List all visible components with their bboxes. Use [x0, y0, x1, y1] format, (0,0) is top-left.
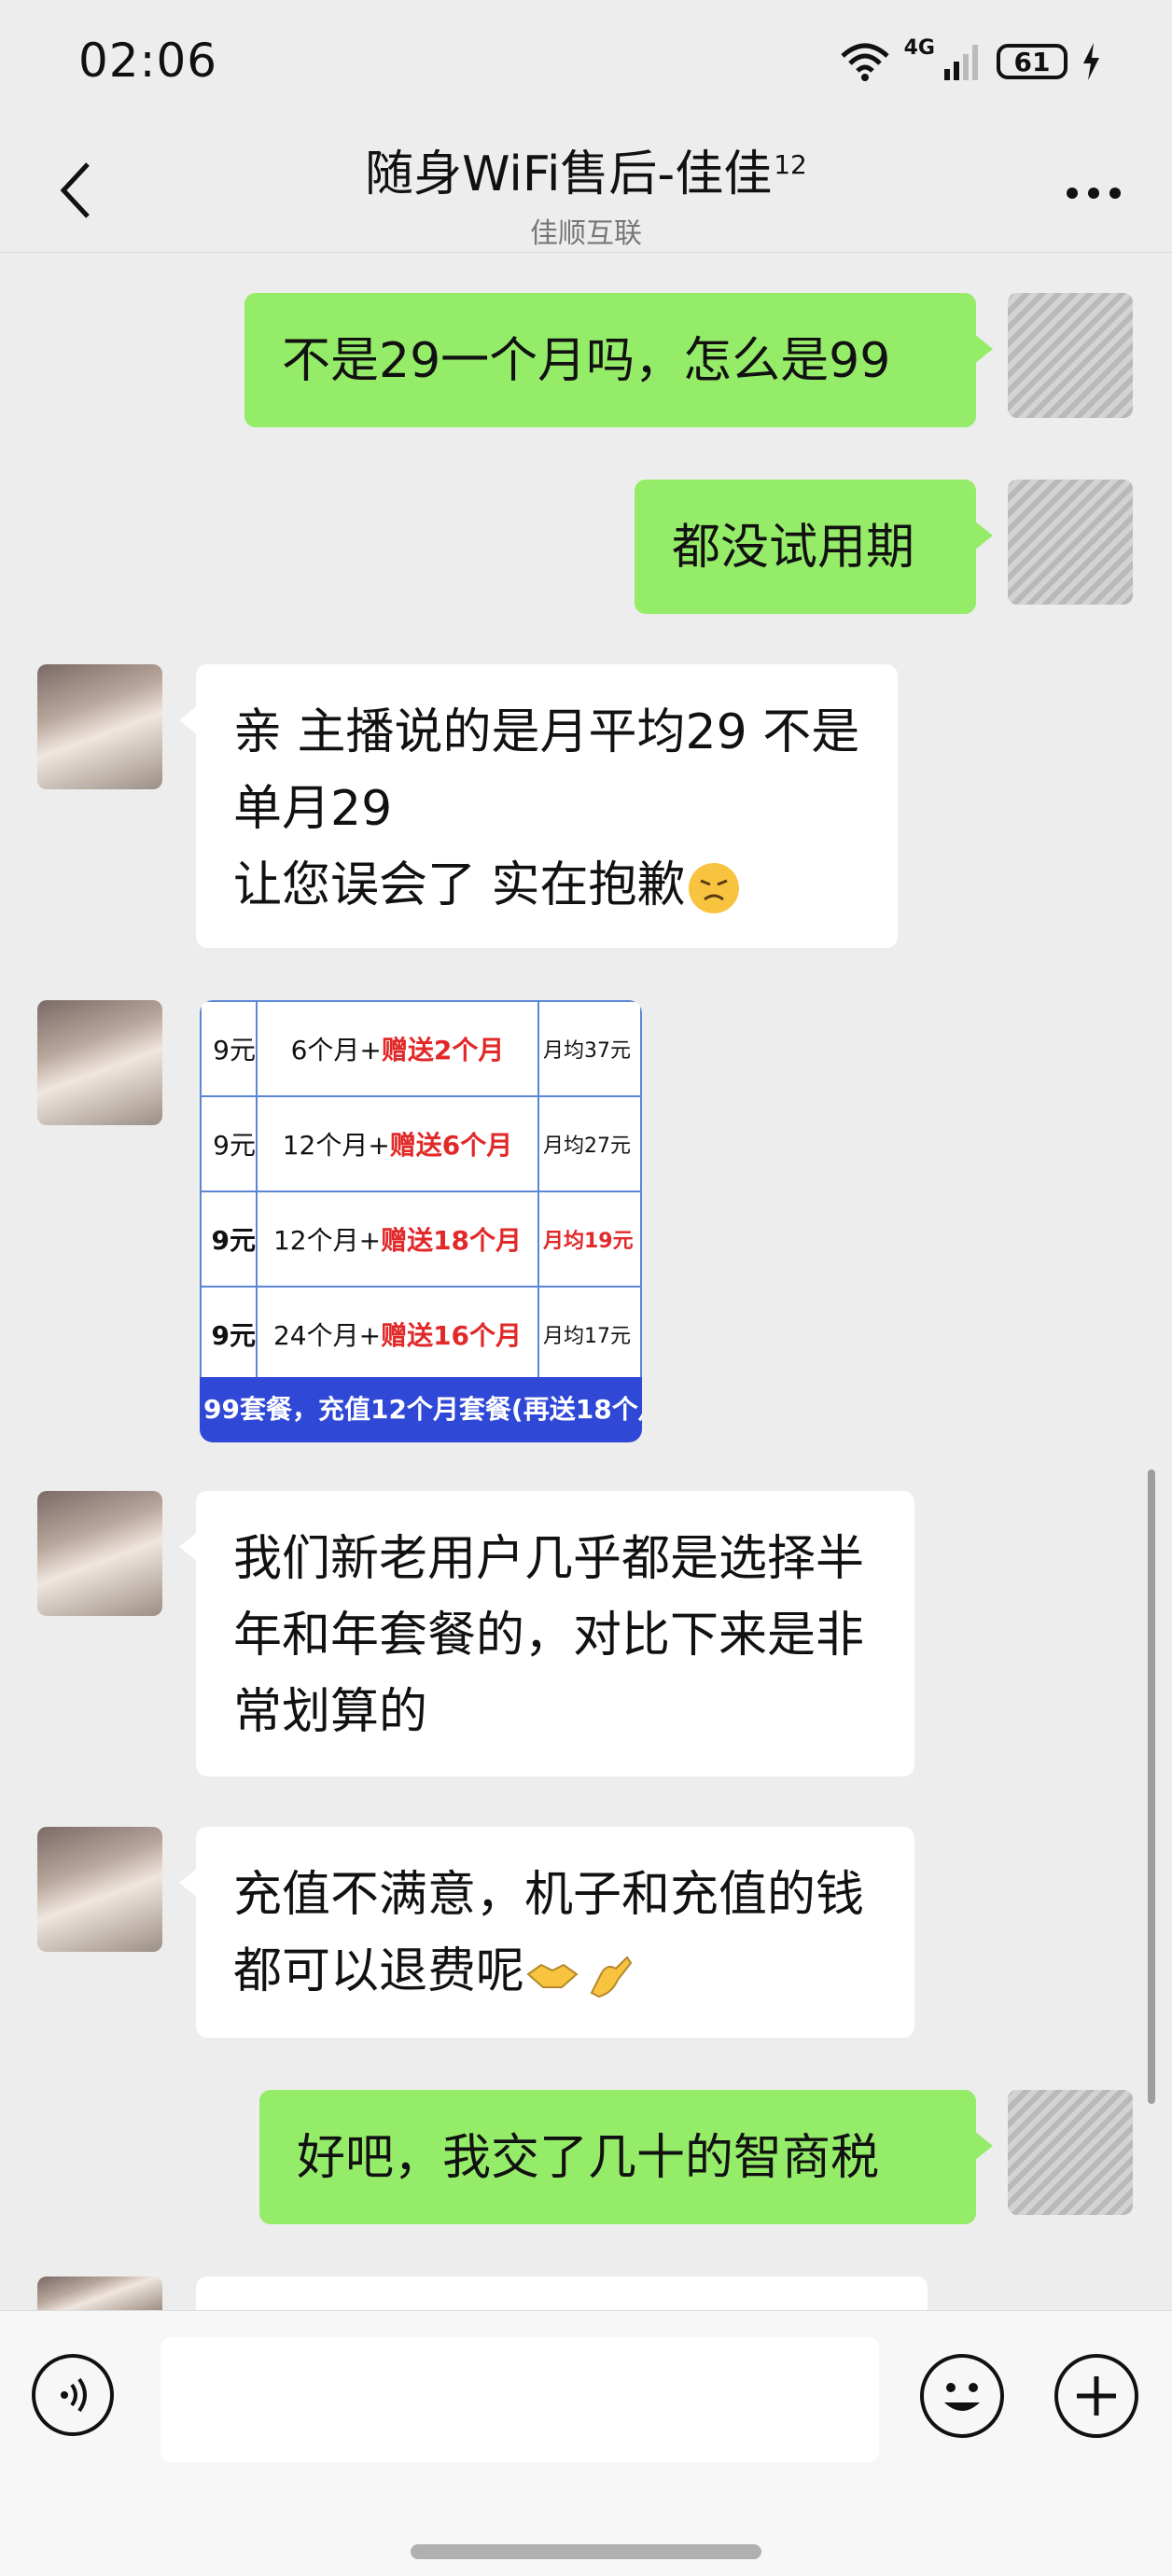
bonus-text: 赠送6个月 — [389, 1130, 513, 1161]
more-dot — [1067, 188, 1078, 199]
plan-cell: 24个月+赠送16个月 — [256, 1286, 539, 1383]
self-avatar[interactable] — [1008, 2090, 1133, 2215]
home-indicator[interactable] — [411, 2544, 761, 2559]
title-block: 随身WiFi售后-佳佳12 佳顺互联 — [0, 131, 1172, 251]
avg-cell: 月均17元 — [537, 1286, 642, 1383]
message-input[interactable] — [160, 2337, 879, 2462]
contact-avatar[interactable] — [37, 2277, 162, 2310]
battery-level: 61 — [1013, 46, 1051, 77]
chat-subtitle: 佳顺互联 — [530, 217, 642, 250]
price-table: 9元 6个月+赠送2个月 月均37元 9元 12个月+赠送6个月 月均27元 9… — [200, 1000, 642, 1383]
signal-icon — [944, 45, 978, 80]
plan-text: 24个月+ — [272, 1320, 382, 1351]
plan-cell: 12个月+赠送6个月 — [256, 1095, 539, 1192]
message-bubble[interactable]: 充值不满意，机子和充值的钱都可以退费呢 — [179, 1827, 914, 2038]
message-bubble[interactable]: 亲 主播说的是月平均29 不是单月29 让您误会了 实在抱歉 — [179, 664, 898, 948]
bonus-text: 赠送16个月 — [381, 1320, 523, 1351]
price-cell: 9元 — [200, 1095, 258, 1192]
message-bubble[interactable]: 好吧，我交了几十的智商税 — [259, 2090, 993, 2224]
table-row: 9元 24个月+赠送16个月 月均17元 — [200, 1286, 642, 1383]
message-text: 我们新老用户几乎都是选择半年和年套餐的，对比下来是非常划算的 — [233, 1531, 865, 1740]
table-row: 9元 12个月+赠送18个月 月均19元 — [200, 1191, 642, 1288]
network-type: 4G — [903, 36, 935, 60]
price-cell: 9元 — [200, 1286, 258, 1383]
message-text: 不是29一个月吗，怎么是99 — [282, 333, 891, 389]
contact-avatar[interactable] — [37, 1491, 162, 1616]
plus-button[interactable] — [1054, 2354, 1138, 2438]
message-text: 都没试用期 — [672, 520, 915, 576]
self-avatar[interactable] — [1008, 480, 1133, 605]
input-bar — [0, 2310, 1172, 2576]
message-bubble[interactable]: 我们新老用户几乎都是选择半年和年套餐的，对比下来是非常划算的 — [179, 1491, 914, 1776]
persevering-face-emoji — [688, 863, 739, 913]
bonus-text: 赠送18个月 — [381, 1225, 523, 1256]
voice-icon — [61, 2377, 87, 2413]
message-bubble[interactable]: 都没试用期 — [635, 480, 993, 614]
wifi-icon — [840, 43, 889, 81]
contact-avatar[interactable] — [37, 1000, 162, 1125]
message-text: 好吧，我交了几十的智商税 — [297, 2130, 880, 2186]
table-row: 9元 12个月+赠送6个月 月均27元 — [200, 1095, 642, 1192]
more-dot — [1109, 188, 1121, 199]
chat-header: 随身WiFi售后-佳佳12 佳顺互联 — [0, 131, 1172, 253]
message-bubble-partial[interactable] — [196, 2277, 928, 2310]
ok-hand-emoji — [590, 1956, 633, 1998]
chat-title-text: 随身WiFi售后-佳佳 — [365, 146, 773, 202]
avg-cell: 月均27元 — [537, 1095, 642, 1192]
status-time: 02:06 — [78, 34, 218, 88]
status-icons: 4G 61 — [839, 36, 1101, 82]
more-options-button[interactable] — [1056, 170, 1131, 216]
handshake-emoji — [526, 1963, 579, 1988]
more-dot — [1088, 188, 1099, 199]
bonus-text: 赠送2个月 — [381, 1035, 505, 1065]
plan-text: 6个月+ — [290, 1035, 382, 1065]
avg-cell: 月均37元 — [537, 1000, 642, 1097]
battery-icon: 61 — [997, 44, 1067, 79]
voice-button[interactable] — [32, 2354, 114, 2436]
price-footer-banner: 99套餐，充值12个月套餐(再送18个月)/每 — [200, 1377, 642, 1442]
scrollbar[interactable] — [1148, 1469, 1155, 2104]
emoji-button[interactable] — [920, 2354, 1004, 2438]
contact-avatar[interactable] — [37, 1827, 162, 1952]
price-cell: 9元 — [200, 1191, 258, 1288]
self-avatar[interactable] — [1008, 293, 1133, 418]
contact-avatar[interactable] — [37, 664, 162, 789]
smiley-icon — [944, 2383, 980, 2411]
charging-icon — [1083, 43, 1099, 80]
price-cell: 9元 — [200, 1000, 258, 1097]
message-bubble[interactable]: 不是29一个月吗，怎么是99 — [244, 293, 993, 427]
plan-cell: 12个月+赠送18个月 — [256, 1191, 539, 1288]
plus-icon — [1077, 2376, 1116, 2416]
avg-cell: 月均19元 — [537, 1191, 642, 1288]
table-row: 9元 6个月+赠送2个月 月均37元 — [200, 1000, 642, 1097]
plan-text: 12个月+ — [282, 1130, 390, 1161]
status-bar: 02:06 4G 61 — [0, 0, 1172, 131]
chat-title: 随身WiFi售后-佳佳12 — [365, 134, 807, 204]
price-table-image[interactable]: 9元 6个月+赠送2个月 月均37元 9元 12个月+赠送6个月 月均27元 9… — [200, 1000, 642, 1442]
plan-text: 12个月+ — [272, 1225, 382, 1256]
message-text: 亲 主播说的是月平均29 不是单月29 让您误会了 实在抱歉 — [233, 704, 860, 913]
plan-cell: 6个月+赠送2个月 — [256, 1000, 539, 1097]
title-badge: 12 — [774, 148, 807, 180]
